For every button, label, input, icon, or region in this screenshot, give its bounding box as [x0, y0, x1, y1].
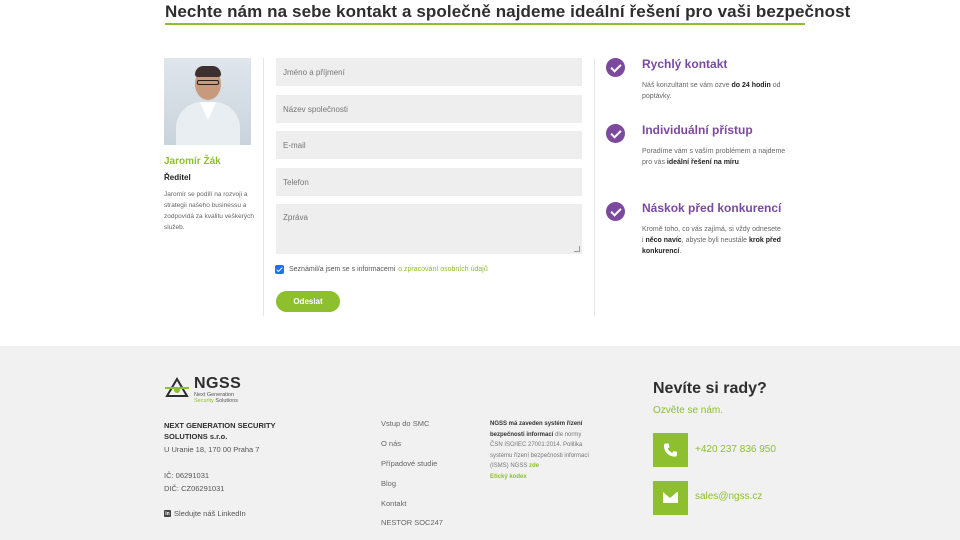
benefit-text: Náš konzultant se vám ozve do 24 hodin o…: [642, 82, 781, 100]
photo-hair: [195, 66, 221, 77]
person-name: Jaromír Žák: [164, 156, 221, 167]
company-dic: DIČ: CZ06291031: [164, 484, 225, 493]
footer-nav-blog[interactable]: Blog: [381, 479, 396, 488]
check-circle-icon: [606, 124, 625, 143]
company-address: U Uranie 18, 170 00 Praha 7: [164, 445, 260, 454]
footer-nav-smc[interactable]: Vstup do SMC: [381, 419, 429, 428]
help-title: Nevíte si rady?: [653, 380, 767, 397]
contact-section: Nechte nám na sebe kontakt a společně na…: [0, 0, 960, 346]
iso-policy-link[interactable]: zde: [529, 463, 539, 469]
consent-checkbox[interactable]: [275, 265, 284, 274]
benefit-title: Rychlý kontakt: [642, 57, 728, 71]
divider-right: [594, 58, 595, 316]
textarea-resize-handle[interactable]: [574, 246, 580, 252]
benefit-text: Poradíme vám s vaším problémem a najdeme…: [642, 148, 786, 166]
iso-statement: NGSS má zaveden systém řízení bezpečnost…: [490, 421, 590, 480]
linkedin-icon: in: [164, 510, 171, 517]
company-name: NEXT GENERATION SECURITY SOLUTIONS s.r.o…: [164, 421, 276, 441]
person-role: Ředitel: [164, 173, 191, 182]
person-photo: [164, 58, 251, 145]
footer-nav-about[interactable]: O nás: [381, 439, 401, 448]
benefit-title: Náskok před konkurencí: [642, 201, 782, 215]
footer-nav-nestor[interactable]: NESTOR SOC247: [381, 518, 443, 527]
phone-icon: [663, 443, 678, 457]
company-ic: IČ: 06291031: [164, 471, 210, 480]
ngss-logo-icon[interactable]: [164, 376, 190, 402]
logo-tagline: Next Generation Security Solutions: [194, 392, 239, 404]
consent-text: Seznámil/a jsem se s informacemi: [289, 266, 396, 273]
divider-left: [263, 58, 264, 316]
footer-nav-contact[interactable]: Kontakt: [381, 499, 406, 508]
help-subtitle: Ozvěte se nám.: [653, 405, 724, 416]
email-address[interactable]: sales@ngss.cz: [695, 491, 762, 502]
consent-row: Seznámil/a jsem se s informacemi o zprac…: [275, 265, 488, 274]
ethics-code-link[interactable]: Etický kodex: [490, 474, 527, 480]
phone-input[interactable]: [276, 168, 582, 196]
name-input[interactable]: [276, 58, 582, 86]
check-circle-icon: [606, 202, 625, 221]
person-description: Jaromír se podílí na rozvoji a strategii…: [164, 191, 254, 231]
email-input[interactable]: [276, 131, 582, 159]
envelope-icon: [663, 492, 678, 503]
submit-button[interactable]: Odeslat: [276, 291, 340, 312]
privacy-link[interactable]: o zpracování osobních údajů: [398, 266, 488, 273]
check-circle-icon: [606, 58, 625, 77]
email-icon-box[interactable]: [653, 481, 688, 515]
heading-underline: [165, 23, 805, 25]
benefit-text: Kromě toho, co vás zajímá, si vždy odnes…: [642, 226, 781, 255]
phone-icon-box[interactable]: [653, 433, 688, 467]
phone-number[interactable]: +420 237 836 950: [695, 444, 776, 455]
logo-text[interactable]: NGSS: [194, 375, 241, 393]
message-textarea[interactable]: [276, 204, 582, 254]
site-footer: [0, 346, 960, 540]
benefit-title: Individuální přístup: [642, 123, 753, 137]
photo-glasses: [197, 80, 219, 85]
section-heading: Nechte nám na sebe kontakt a společně na…: [165, 2, 851, 21]
footer-nav-case-studies[interactable]: Případové studie: [381, 459, 437, 468]
company-input[interactable]: [276, 95, 582, 123]
linkedin-link[interactable]: in Sledujte náš LinkedIn: [164, 509, 246, 518]
